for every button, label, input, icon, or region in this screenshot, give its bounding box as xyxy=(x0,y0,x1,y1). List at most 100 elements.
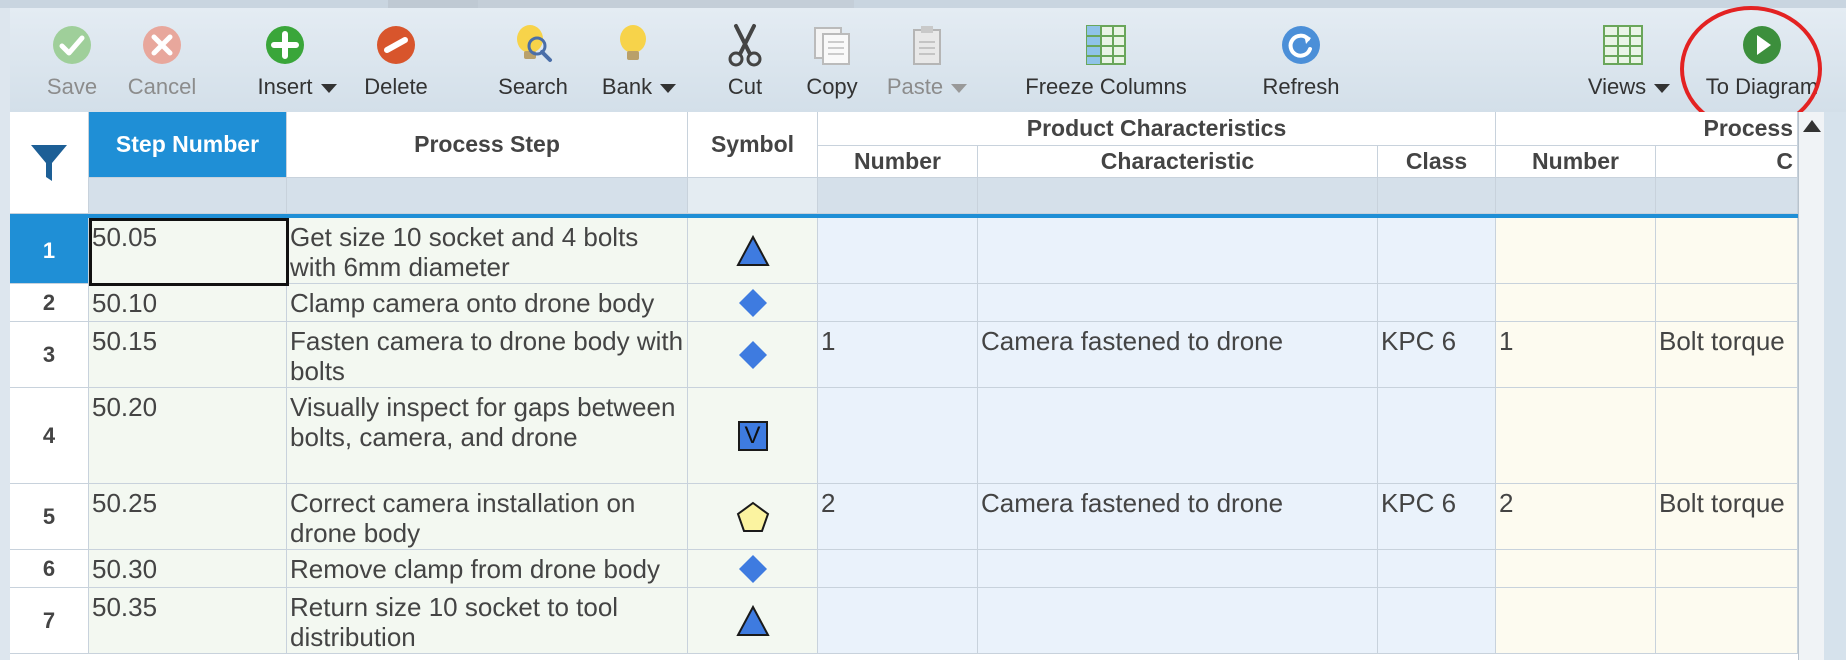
row-number[interactable]: 7 xyxy=(10,588,89,654)
pc-class-cell[interactable] xyxy=(1378,550,1496,588)
symbol-cell[interactable] xyxy=(688,588,818,654)
column-header-process-step[interactable]: Process Step xyxy=(287,112,688,178)
process-char-cell[interactable] xyxy=(1656,388,1798,484)
step-number-cell[interactable]: 50.30 xyxy=(89,550,287,588)
filter-button[interactable] xyxy=(10,112,89,214)
process-step-cell[interactable]: Get size 10 socket and 4 bolts with 6mm … xyxy=(287,218,688,284)
freeze-columns-button[interactable]: Freeze Columns xyxy=(1016,22,1196,100)
cut-button[interactable]: Cut xyxy=(712,22,778,100)
process-number-cell[interactable] xyxy=(1496,550,1656,588)
process-char-cell[interactable]: Bolt torque xyxy=(1656,484,1798,550)
step-number-cell[interactable]: 50.15 xyxy=(89,322,287,388)
delete-button[interactable]: Delete xyxy=(354,22,438,100)
row-number[interactable]: 3 xyxy=(10,322,89,388)
filter-cell-symbol[interactable] xyxy=(688,178,818,214)
column-header-symbol[interactable]: Symbol xyxy=(688,112,818,178)
pc-number-cell[interactable] xyxy=(818,388,978,484)
row-number[interactable]: 5 xyxy=(10,484,89,550)
symbol-cell[interactable]: V xyxy=(688,388,818,484)
symbol-cell[interactable] xyxy=(688,218,818,284)
pc-class-cell[interactable]: KPC 6 xyxy=(1378,484,1496,550)
process-step-cell[interactable]: Visually inspect for gaps between bolts,… xyxy=(287,388,688,484)
search-button[interactable]: Search xyxy=(488,22,578,100)
filter-cell-step-number[interactable] xyxy=(89,178,287,214)
process-char-cell[interactable]: Bolt torque xyxy=(1656,322,1798,388)
row-number[interactable]: 1 xyxy=(10,218,89,284)
save-button[interactable]: Save xyxy=(32,22,112,100)
pc-characteristic-cell[interactable] xyxy=(978,218,1378,284)
filter-cell-pc-number[interactable] xyxy=(818,178,978,214)
process-char-cell[interactable] xyxy=(1656,284,1798,322)
filter-cell-process-step[interactable] xyxy=(287,178,688,214)
step-number-cell[interactable]: 50.20 xyxy=(89,388,287,484)
process-number-cell[interactable] xyxy=(1496,284,1656,322)
chevron-down-icon[interactable] xyxy=(660,83,677,93)
pc-characteristic-cell[interactable]: Camera fastened to drone xyxy=(978,484,1378,550)
process-number-cell[interactable] xyxy=(1496,218,1656,284)
column-header-pc-characteristic[interactable]: Characteristic xyxy=(978,146,1378,178)
process-step-cell[interactable]: Remove clamp from drone body xyxy=(287,550,688,588)
scroll-up-icon[interactable] xyxy=(1803,120,1821,132)
step-number-cell[interactable]: 50.10 xyxy=(89,284,287,322)
row-number[interactable]: 4 xyxy=(10,388,89,484)
check-circle-icon xyxy=(49,22,95,68)
row-number[interactable]: 2 xyxy=(10,284,89,322)
chevron-down-icon[interactable] xyxy=(951,83,968,93)
pc-number-cell[interactable] xyxy=(818,588,978,654)
column-header-pc-number[interactable]: Number xyxy=(818,146,978,178)
filter-cell-pc-characteristic[interactable] xyxy=(978,178,1378,214)
process-number-cell[interactable]: 2 xyxy=(1496,484,1656,550)
bank-button[interactable]: Bank xyxy=(594,22,684,100)
pc-characteristic-cell[interactable] xyxy=(978,284,1378,322)
vertical-scrollbar[interactable] xyxy=(1798,112,1825,660)
refresh-button[interactable]: Refresh xyxy=(1246,22,1356,100)
column-header-process-char[interactable]: C xyxy=(1656,146,1798,178)
column-header-step-number[interactable]: Step Number xyxy=(89,112,287,178)
process-number-cell[interactable] xyxy=(1496,388,1656,484)
pc-characteristic-cell[interactable] xyxy=(978,550,1378,588)
pc-class-cell[interactable] xyxy=(1378,284,1496,322)
symbol-cell[interactable] xyxy=(688,484,818,550)
step-number-cell[interactable]: 50.25 xyxy=(89,484,287,550)
process-char-cell[interactable] xyxy=(1656,218,1798,284)
insert-button[interactable]: Insert xyxy=(252,22,342,100)
pc-class-cell[interactable]: KPC 6 xyxy=(1378,322,1496,388)
pc-class-cell[interactable] xyxy=(1378,388,1496,484)
process-step-cell[interactable]: Return size 10 socket to tool distributi… xyxy=(287,588,688,654)
process-char-cell[interactable] xyxy=(1656,588,1798,654)
pc-characteristic-cell[interactable] xyxy=(978,388,1378,484)
pc-characteristic-cell[interactable] xyxy=(978,588,1378,654)
column-header-process-number[interactable]: Number xyxy=(1496,146,1656,178)
process-char-cell[interactable] xyxy=(1656,550,1798,588)
process-step-cell[interactable]: Clamp camera onto drone body xyxy=(287,284,688,322)
pc-class-cell[interactable] xyxy=(1378,218,1496,284)
process-number-cell[interactable]: 1 xyxy=(1496,322,1656,388)
cancel-button[interactable]: Cancel xyxy=(114,22,210,100)
pc-number-cell[interactable]: 2 xyxy=(818,484,978,550)
process-number-cell[interactable] xyxy=(1496,588,1656,654)
filter-cell-process-number[interactable] xyxy=(1496,178,1656,214)
column-header-pc-class[interactable]: Class xyxy=(1378,146,1496,178)
chevron-down-icon[interactable] xyxy=(320,83,337,93)
symbol-cell[interactable] xyxy=(688,284,818,322)
to-diagram-button[interactable]: To Diagram xyxy=(1694,22,1830,100)
filter-cell-pc-class[interactable] xyxy=(1378,178,1496,214)
pc-class-cell[interactable] xyxy=(1378,588,1496,654)
paste-button[interactable]: Paste xyxy=(882,22,972,100)
symbol-cell[interactable] xyxy=(688,550,818,588)
pc-number-cell[interactable]: 1 xyxy=(818,322,978,388)
pc-characteristic-cell[interactable]: Camera fastened to drone xyxy=(978,322,1378,388)
filter-cell-process-char[interactable] xyxy=(1656,178,1798,214)
copy-button[interactable]: Copy xyxy=(796,22,868,100)
process-step-cell[interactable]: Correct camera installation on drone bod… xyxy=(287,484,688,550)
pc-number-cell[interactable] xyxy=(818,284,978,322)
symbol-cell[interactable] xyxy=(688,322,818,388)
views-button[interactable]: Views xyxy=(1582,22,1676,100)
pc-number-cell[interactable] xyxy=(818,218,978,284)
step-number-cell[interactable]: 50.35 xyxy=(89,588,287,654)
pc-number-cell[interactable] xyxy=(818,550,978,588)
chevron-down-icon[interactable] xyxy=(1654,83,1671,93)
row-number[interactable]: 6 xyxy=(10,550,89,588)
top-tab-segment xyxy=(478,0,854,8)
process-step-cell[interactable]: Fasten camera to drone body with bolts xyxy=(287,322,688,388)
